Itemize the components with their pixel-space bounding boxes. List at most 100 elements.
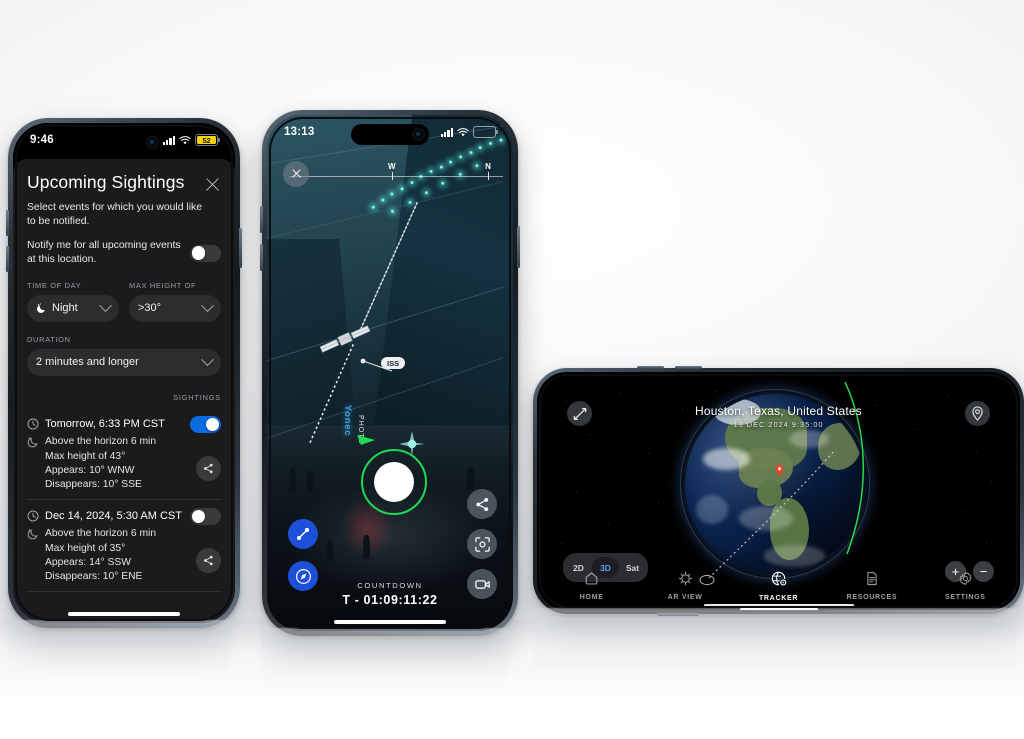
duration-select[interactable]: 2 minutes and longer <box>27 348 221 376</box>
ar-view-icon <box>678 571 693 591</box>
tracker-timestamp: 13 DEC 2024 9:35:00 <box>733 420 824 429</box>
list-item[interactable]: Tomorrow, 6:33 PM CST Above the horizon … <box>27 408 221 499</box>
notify-all-row: Notify me for all upcoming events at thi… <box>27 239 221 266</box>
sighting-maxheight: Max height of 43° <box>45 450 126 462</box>
nav-label: TRACKER <box>758 594 799 602</box>
page-title: Houston, Texas, United States <box>694 404 862 418</box>
phone-ar-view: ISS Yonec PHOTO W N COUNTDOWN T - 01:09:… <box>260 110 520 636</box>
floor-surface <box>0 620 1024 739</box>
share-icon[interactable] <box>196 455 221 481</box>
list-item[interactable]: Dec 14, 2024, 5:30 AM CST Above the hori… <box>27 498 221 591</box>
sighting-duration: Above the horizon 6 min <box>45 528 157 540</box>
nav-item-home[interactable]: HOME <box>545 571 638 601</box>
time-of-day-value: Night <box>52 302 78 315</box>
countdown-label: COUNTDOWN <box>357 581 423 590</box>
moon-icon <box>27 436 39 448</box>
chevron-down-icon <box>201 353 214 366</box>
sighting-disappears: Disappears: 10° SSE <box>45 478 142 490</box>
max-height-select[interactable]: >30° <box>129 294 221 322</box>
notify-all-label: Notify me for all upcoming events at thi… <box>27 240 181 266</box>
status-time: 13:13 <box>284 126 315 138</box>
notify-all-toggle[interactable] <box>190 244 221 262</box>
cellular-signal-icon <box>440 127 453 137</box>
bottom-navigation: HOME AR VIEW TRACKER RESOURCES SETTINGS <box>545 564 1012 610</box>
clock-icon <box>27 418 39 430</box>
phone-tracker: Houston, Texas, United States 13 DEC 202… <box>533 366 1024 616</box>
close-icon[interactable] <box>204 176 221 193</box>
page-title: Upcoming Sightings <box>27 172 185 192</box>
home-indicator[interactable] <box>703 603 854 607</box>
max-height-label: MAX HEIGHT OF <box>129 280 197 290</box>
chevron-down-icon <box>201 299 214 312</box>
sighting-disappears: Disappears: 10° ENE <box>45 570 143 582</box>
upcoming-sightings-sheet: Upcoming Sightings Select events for whi… <box>13 159 235 623</box>
close-icon[interactable] <box>283 161 309 187</box>
power-button[interactable] <box>517 226 520 268</box>
home-indicator[interactable] <box>68 611 180 616</box>
nav-label: HOME <box>579 594 604 601</box>
volume-up-button[interactable] <box>637 366 664 369</box>
nav-label: AR VIEW <box>667 594 703 601</box>
power-button[interactable] <box>657 613 699 616</box>
time-of-day-label: TIME OF DAY <box>27 280 82 290</box>
duration-label: DURATION <box>27 334 71 344</box>
tracker-screen: Houston, Texas, United States 13 DEC 202… <box>537 372 1020 610</box>
sightings-section-label: SIGHTINGS <box>173 392 221 402</box>
status-time: 9:46 <box>30 134 54 146</box>
location-pin-icon[interactable] <box>965 401 990 426</box>
moon-icon <box>27 528 39 540</box>
volume-down-button[interactable] <box>675 366 702 369</box>
wifi-icon <box>457 127 469 137</box>
countdown-value: T - 01:09:11:22 <box>342 593 438 607</box>
chevron-down-icon <box>99 299 112 312</box>
direction-arrow-icon <box>357 435 375 445</box>
max-height-value: >30° <box>138 302 162 315</box>
sighting-time: Dec 14, 2024, 5:30 AM CST <box>45 510 182 523</box>
volume-down-button[interactable] <box>260 244 263 271</box>
time-of-day-field: TIME OF DAY Night <box>27 281 119 322</box>
cellular-signal-icon <box>162 135 175 145</box>
nav-item-resources[interactable]: RESOURCES <box>825 571 918 601</box>
sighting-maxheight: Max height of 35° <box>45 542 126 554</box>
ar-camera-feed: ISS Yonec PHOTO W N COUNTDOWN T - 01:09:… <box>267 115 513 631</box>
sighting-time: Tomorrow, 6:33 PM CST <box>45 418 165 431</box>
sighting-toggle[interactable] <box>190 415 221 433</box>
moon-icon <box>36 303 47 314</box>
phone1-status-bar: 9:46 52 <box>13 123 235 157</box>
satellite-target-ring[interactable] <box>361 449 427 515</box>
nav-item-tracker[interactable]: TRACKER <box>732 571 825 610</box>
nav-item-ar-view[interactable]: AR VIEW <box>638 571 731 601</box>
phone-upcoming-sightings: 9:46 52 Upcoming Sightings Select events… <box>6 118 242 628</box>
sighting-toggle[interactable] <box>190 507 221 525</box>
volume-down-button[interactable] <box>6 246 9 272</box>
home-indicator[interactable] <box>334 619 446 624</box>
volume-up-button[interactable] <box>6 210 9 236</box>
power-button[interactable] <box>239 228 242 268</box>
volume-up-button[interactable] <box>260 206 263 233</box>
expand-icon[interactable] <box>567 401 592 426</box>
share-icon[interactable] <box>467 489 497 519</box>
phone2-status-bar: 13:13 <box>267 115 513 149</box>
sighting-appears: Appears: 14° SSW <box>45 556 131 568</box>
satellite-icon <box>319 325 371 353</box>
sighting-duration: Above the horizon 6 min <box>45 436 157 448</box>
wifi-icon <box>179 135 191 145</box>
time-of-day-select[interactable]: Night <box>27 294 119 322</box>
nav-label: RESOURCES <box>846 594 898 601</box>
focus-target-icon[interactable] <box>467 529 497 559</box>
clock-icon <box>27 510 39 522</box>
location-pin-marker <box>775 464 784 477</box>
tracker-globe-icon <box>771 571 787 592</box>
max-height-field: MAX HEIGHT OF >30° <box>129 281 221 322</box>
share-icon[interactable] <box>196 547 221 573</box>
nav-item-settings[interactable]: SETTINGS <box>919 571 1012 601</box>
battery-percent: 52 <box>202 135 211 145</box>
battery-icon <box>473 125 498 139</box>
orbit-path-icon[interactable] <box>288 519 318 549</box>
home-icon <box>584 571 599 591</box>
duration-field: DURATION 2 minutes and longer <box>27 335 221 376</box>
sighting-duration-row: Above the horizon 6 min <box>27 436 221 448</box>
scene-stage: 9:46 52 Upcoming Sightings Select events… <box>0 0 1024 739</box>
sighting-appears: Appears: 10° WNW <box>45 464 135 476</box>
neon-sign: Yonec <box>343 405 353 437</box>
